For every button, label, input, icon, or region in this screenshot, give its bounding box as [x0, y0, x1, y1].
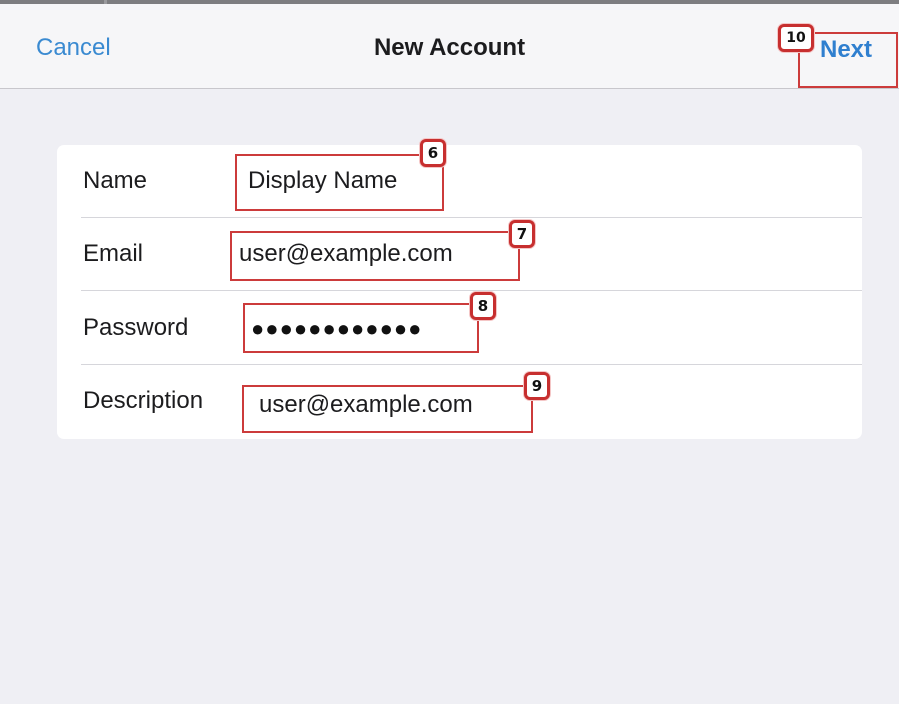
- password-field-highlight: [243, 303, 479, 353]
- navigation-bar: Cancel New Account Next: [0, 4, 899, 89]
- callout-badge-6: 6: [420, 139, 446, 167]
- password-label: Password: [83, 314, 189, 341]
- page-title: New Account: [373, 34, 526, 61]
- name-field-highlight: [235, 154, 444, 211]
- callout-badge-7: 7: [509, 220, 535, 248]
- name-label: Name: [83, 167, 148, 194]
- callout-badge-10: 10: [778, 24, 814, 52]
- form-row-name: Name Display Name: [57, 145, 862, 218]
- callout-badge-8: 8: [470, 292, 496, 320]
- callout-badge-9: 9: [524, 372, 550, 400]
- description-label: Description: [83, 387, 204, 414]
- email-label: Email: [83, 240, 144, 267]
- email-field-highlight: [230, 231, 520, 281]
- description-field-highlight: [242, 385, 533, 433]
